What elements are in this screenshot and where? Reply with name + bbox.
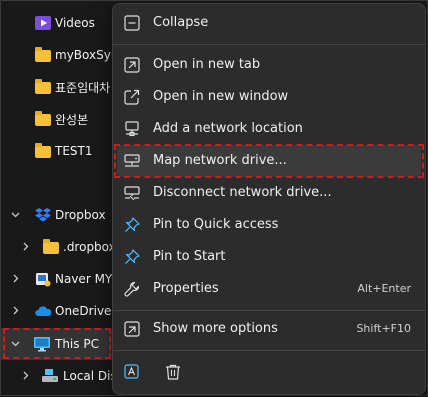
tree-item-label: This PC [55, 337, 99, 351]
tree-item-label: Local Dis [63, 369, 113, 383]
chevron-right-icon[interactable] [21, 371, 29, 381]
menu-separator [113, 310, 425, 311]
menu-item-label: Pin to Quick access [153, 217, 279, 232]
menu-item-pin-start[interactable]: Pin to Start [117, 241, 421, 273]
tree-item-label: Videos [55, 16, 95, 30]
tree-item-myboxsync[interactable]: myBoxSyn [1, 39, 113, 71]
folder-icon [35, 111, 51, 126]
tree-item-dropbox[interactable]: Dropbox [1, 199, 113, 231]
tree-item-dropbox-folder[interactable]: .dropbox [1, 231, 113, 263]
map-network-drive-icon [124, 153, 140, 169]
tree-item-label: Naver MYI [55, 272, 113, 286]
tree-item-completed[interactable]: 완성본 [1, 103, 113, 135]
onedrive-icon [35, 303, 51, 319]
tree-item-label: OneDrive - [55, 304, 113, 318]
collapse-icon [124, 15, 140, 31]
chevron-right-icon[interactable] [11, 274, 19, 284]
menu-item-label: Disconnect network drive... [153, 185, 332, 200]
menu-item-show-more-options[interactable]: Show more options Shift+F10 [117, 313, 421, 345]
menu-item-label: Map network drive... [153, 153, 287, 168]
open-new-tab-icon [124, 57, 140, 73]
videos-folder-icon [35, 15, 51, 31]
explorer-window: Videos myBoxSyn 표준임대차 완성본 TEST1 Dropbox [0, 0, 428, 396]
tree-item-this-pc[interactable]: This PC [1, 328, 113, 360]
open-new-window-icon [124, 89, 140, 105]
tree-item-label: 완성본 [55, 112, 89, 127]
tree-item-label: 표준임대차 [55, 80, 111, 95]
menu-item-properties[interactable]: Properties Alt+Enter [117, 273, 421, 305]
menu-separator [113, 350, 425, 351]
menu-item-label: Properties [153, 281, 219, 296]
menu-item-label: Open in new window [153, 89, 289, 104]
menu-separator [113, 44, 425, 45]
folder-icon [35, 79, 51, 94]
chevron-down-icon[interactable] [11, 339, 20, 349]
menu-item-label: Pin to Start [153, 249, 226, 264]
navigation-pane: Videos myBoxSyn 표준임대차 완성본 TEST1 Dropbox [1, 1, 113, 397]
menu-item-label: Open in new tab [153, 57, 261, 72]
disconnect-network-drive-icon [124, 185, 140, 201]
menu-item-map-network-drive[interactable]: Map network drive... [117, 145, 421, 177]
menu-item-label: Add a network location [153, 121, 303, 136]
context-menu: Collapse Open in new tab Open in new win… [112, 3, 426, 395]
tree-item-naver-mybox[interactable]: Naver MYI [1, 263, 113, 295]
network-location-icon [124, 121, 140, 137]
tree-item-onedrive[interactable]: OneDrive - [1, 295, 113, 327]
wrench-icon [124, 281, 140, 297]
pin-icon [124, 217, 140, 233]
naver-mybox-icon [35, 271, 51, 287]
menu-item-label: Collapse [153, 15, 209, 30]
tree-item-label: .dropbox [63, 240, 113, 254]
translate-icon[interactable] [124, 363, 142, 381]
folder-icon [43, 239, 59, 254]
folder-icon [35, 47, 51, 62]
menu-item-open-new-window[interactable]: Open in new window [117, 81, 421, 113]
dropbox-icon [35, 207, 51, 223]
computer-icon [33, 336, 50, 352]
chevron-down-icon[interactable] [11, 210, 20, 220]
local-disk-icon [41, 368, 58, 384]
show-more-shortcut: Shift+F10 [356, 322, 411, 335]
menu-item-disconnect-network-drive[interactable]: Disconnect network drive... [117, 177, 421, 209]
tree-item-local-disk[interactable]: Local Dis [1, 360, 113, 392]
delete-icon[interactable] [164, 363, 182, 381]
folder-icon [35, 143, 51, 158]
tree-item-label: myBoxSyn [55, 48, 113, 62]
menu-item-pin-quick-access[interactable]: Pin to Quick access [117, 209, 421, 241]
menu-item-add-network-location[interactable]: Add a network location [117, 113, 421, 145]
pin-icon [124, 249, 140, 265]
properties-shortcut: Alt+Enter [357, 282, 411, 295]
menu-item-collapse[interactable]: Collapse [117, 7, 421, 39]
tree-item-label: TEST1 [55, 144, 93, 158]
show-more-options-icon [124, 321, 140, 337]
tree-item-standard-lease[interactable]: 표준임대차 [1, 71, 113, 103]
menu-item-open-new-tab[interactable]: Open in new tab [117, 49, 421, 81]
menu-item-label: Show more options [153, 321, 278, 336]
tree-item-test1[interactable]: TEST1 [1, 135, 113, 167]
chevron-right-icon[interactable] [11, 306, 19, 316]
tree-item-label: Dropbox [55, 208, 106, 222]
chevron-right-icon[interactable] [21, 242, 29, 252]
tree-item-videos[interactable]: Videos [1, 7, 113, 39]
